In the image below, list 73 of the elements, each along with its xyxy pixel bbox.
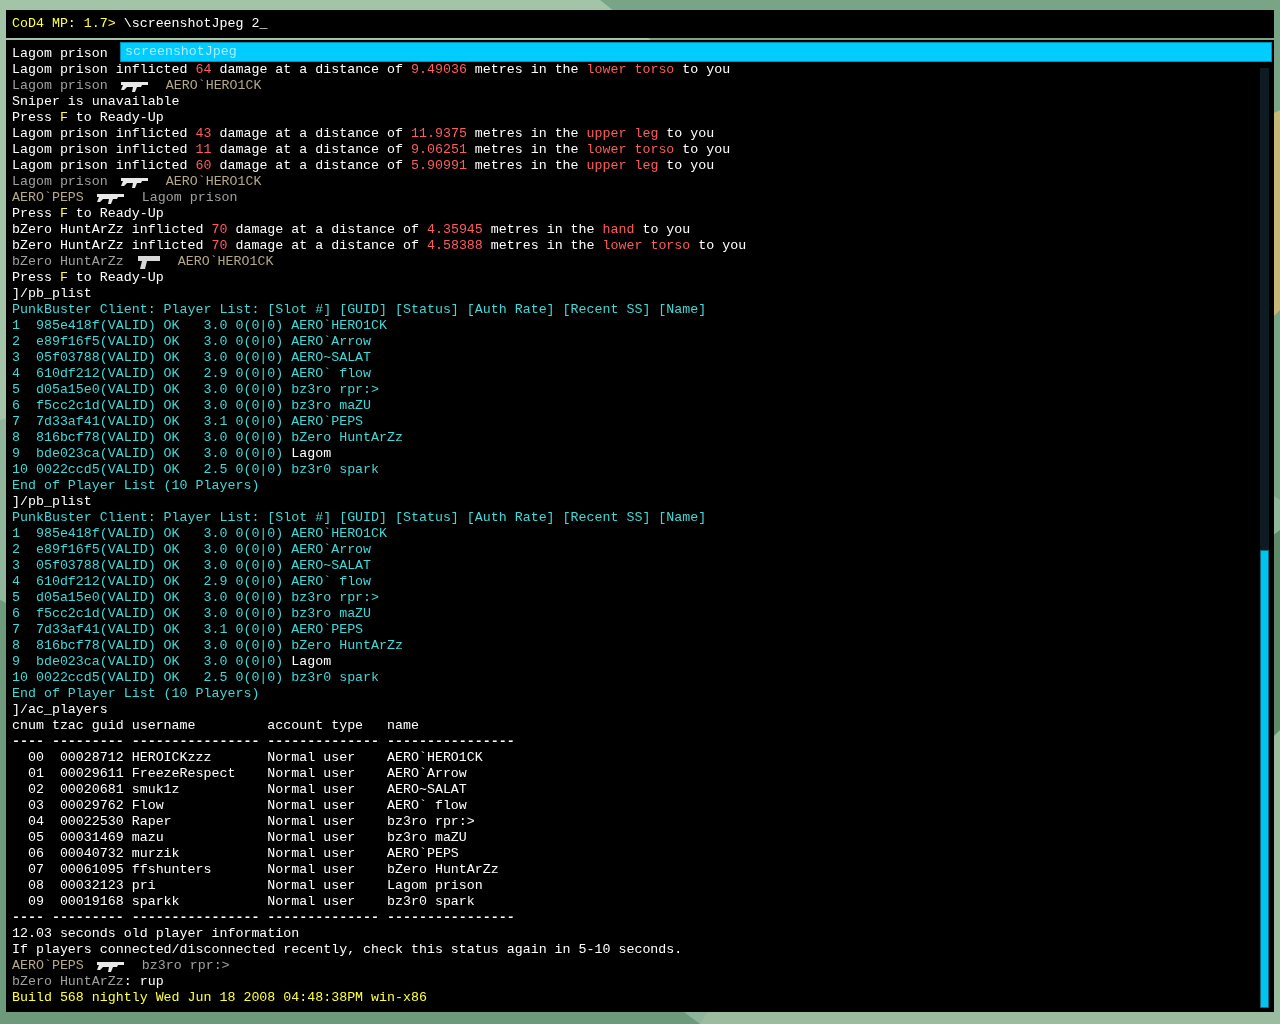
console-line: 6 f5cc2c1d(VALID) OK 3.0 0(0|0) bz3ro maZU [12, 398, 372, 414]
console-line: 06 00040732 murzik Normal user AERO`PEPS [26, 846, 459, 862]
console-line: ]/pb_plist [12, 494, 92, 510]
console-line: bZero HuntArZz: rup [12, 974, 164, 990]
console-line: 05 00031469 mazu Normal user bz3ro maZU [26, 830, 467, 846]
console-line: 4 610df212(VALID) OK 2.9 0(0|0) AERO` flow [12, 574, 372, 590]
console-line: 07 00061095 ffshunters Normal user bZero HuntArZz [26, 862, 499, 878]
console-line: 08 00032123 pri Normal user Lagom prison [26, 878, 483, 894]
console-line: ]/ac_players [12, 702, 108, 718]
console-line: PunkBuster Client: Player List: [Slot #] [GUID] [Status] [Auth Rate] [Recent SS] [Name] [12, 510, 707, 526]
console-line: Lagom prison inflicted 43 damage at a distance of 11.9375 metres in the upper leg to you [12, 126, 715, 142]
console-line: 01 00029611 FreezeRespect Normal user AERO`Arrow [26, 766, 467, 782]
console-line: PunkBuster Client: Player List: [Slot #] [GUID] [Status] [Auth Rate] [Recent SS] [Name] [12, 302, 707, 318]
console-line: 03 00029762 Flow Normal user AERO` flow [26, 798, 467, 814]
console-line: 04 00022530 Raper Normal user bz3ro rpr:> [26, 814, 475, 830]
console-line: 7 7d33af41(VALID) OK 3.1 0(0|0) AERO`PEPS [12, 622, 364, 638]
rifle-icon [119, 175, 150, 189]
console-line: 5 d05a15e0(VALID) OK 3.0 0(0|0) bz3ro rpr:> [12, 590, 380, 606]
console-line: 2 e89f16f5(VALID) OK 3.0 0(0|0) AERO`Arrow [12, 542, 372, 558]
console-line: bZero HuntArZz inflicted 70 damage at a distance of 4.58388 metres in the lower torso to you [12, 238, 747, 254]
console-line: Press F to Ready-Up [12, 206, 164, 222]
console-line: 10 0022ccd5(VALID) OK 2.5 0(0|0) bz3r0 spark [12, 462, 380, 478]
player-name: AERO`HERO1CK [177, 254, 274, 270]
console-line: 7 7d33af41(VALID) OK 3.1 0(0|0) AERO`PEPS [12, 414, 364, 430]
console-line: 8 816bcf78(VALID) OK 3.0 0(0|0) bZero HuntArZz [12, 638, 403, 654]
player-name: bz3ro rpr:> [141, 958, 230, 974]
console-input[interactable]: CoD4 MP: 1.7> \screenshotJpeg 2_ [6, 10, 1274, 38]
player-name: AERO`HERO1CK [165, 78, 262, 94]
player-name: Lagom prison [141, 190, 238, 206]
player-name: AERO`HERO1CK [165, 174, 262, 190]
console-line: Build 568 nightly Wed Jun 18 2008 04:48:38PM win-x86 [12, 990, 427, 1006]
player-name: Lagom prison [12, 174, 108, 190]
console-line: 9 bde023ca(VALID) OK 3.0 0(0|0) Lagom [12, 654, 332, 670]
rifle-icon [95, 191, 126, 205]
console-line: ---- --------- ---------------- -------------- ---------------- [12, 734, 515, 750]
console-line: If players connected/disconnected recently, check this status again in 5-10 seconds. [12, 942, 683, 958]
console-line: Lagom prison inflicted 64 damage at a distance of 9.49036 metres in the lower torso to you [12, 62, 731, 78]
console-line: 3 05f03788(VALID) OK 3.0 0(0|0) AERO~SALAT [12, 558, 372, 574]
rifle-icon [95, 959, 126, 973]
console-line: cnum tzac guid username account type name [12, 718, 419, 734]
console-line: 09 00019168 sparkk Normal user bz3r0 spark [26, 894, 475, 910]
console-line: Press F to Ready-Up [12, 110, 164, 126]
console-line: Lagom prison [12, 46, 108, 62]
console-line: ---- --------- ---------------- -------------- ---------------- [12, 910, 515, 926]
console-line: 9 bde023ca(VALID) OK 3.0 0(0|0) Lagom [12, 446, 332, 462]
player-name: Lagom prison [12, 78, 108, 94]
player-name: AERO`PEPS [12, 190, 84, 206]
scrollbar-thumb[interactable] [1260, 550, 1269, 1008]
console-line: ]/pb_plist [12, 286, 92, 302]
console-line: 1 985e418f(VALID) OK 3.0 0(0|0) AERO`HERO1CK [12, 526, 388, 542]
pistol-icon [135, 254, 162, 270]
console-line: 2 e89f16f5(VALID) OK 3.0 0(0|0) AERO`Arrow [12, 334, 372, 350]
console-line: 6 f5cc2c1d(VALID) OK 3.0 0(0|0) bz3ro maZU [12, 606, 372, 622]
console-line: Lagom prison inflicted 11 damage at a distance of 9.06251 metres in the lower torso to you [12, 142, 731, 158]
console-line: Press F to Ready-Up [12, 270, 164, 286]
console-line: 00 00028712 HEROICKzzz Normal user AERO`HERO1CK [26, 750, 483, 766]
console-line: 5 d05a15e0(VALID) OK 3.0 0(0|0) bz3ro rpr:> [12, 382, 380, 398]
scrollbar-track[interactable] [1260, 68, 1269, 1008]
console-line: 3 05f03788(VALID) OK 3.0 0(0|0) AERO~SALAT [12, 350, 372, 366]
player-name: AERO`PEPS [12, 958, 84, 974]
console-line: 10 0022ccd5(VALID) OK 2.5 0(0|0) bz3r0 spark [12, 670, 380, 686]
console-line: 12.03 seconds old player information [12, 926, 300, 942]
console-line: End of Player List (10 Players) [12, 686, 260, 702]
rifle-icon [119, 79, 150, 93]
console-line: bZero HuntArZz inflicted 70 damage at a distance of 4.35945 metres in the hand to you [12, 222, 691, 238]
console-line: End of Player List (10 Players) [12, 478, 260, 494]
console-line: 8 816bcf78(VALID) OK 3.0 0(0|0) bZero HuntArZz [12, 430, 403, 446]
player-name: bZero HuntArZz [12, 254, 124, 270]
console-line: 4 610df212(VALID) OK 2.9 0(0|0) AERO` flow [12, 366, 372, 382]
console-line: Sniper is unavailable [12, 94, 180, 110]
console-line: Lagom prison inflicted 60 damage at a distance of 5.90991 metres in the upper leg to you [12, 158, 715, 174]
console-line: 1 985e418f(VALID) OK 3.0 0(0|0) AERO`HERO1CK [12, 318, 388, 334]
console-line: 02 00020681 smuk1z Normal user AERO~SALAT [26, 782, 467, 798]
